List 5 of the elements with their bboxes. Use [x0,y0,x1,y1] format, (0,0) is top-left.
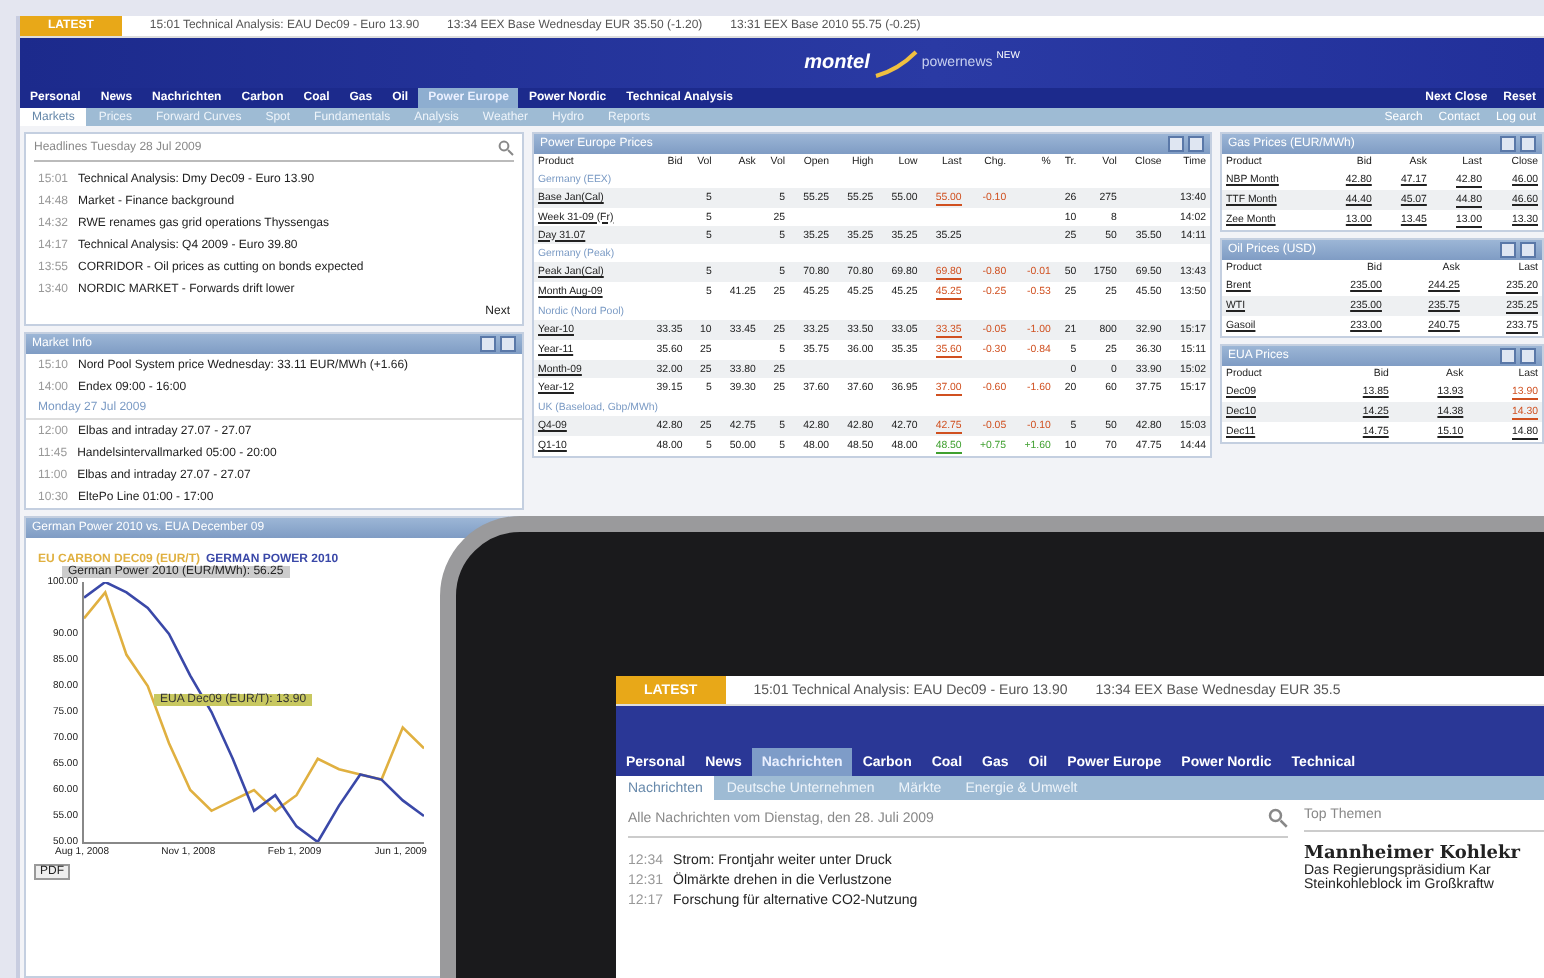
search-icon[interactable] [498,140,514,156]
search-icon[interactable] [1268,808,1288,828]
swoosh-icon [873,49,918,77]
logo-text: montel [804,52,870,74]
article-headline[interactable]: Mannheimer Kohlekr [1304,844,1544,864]
